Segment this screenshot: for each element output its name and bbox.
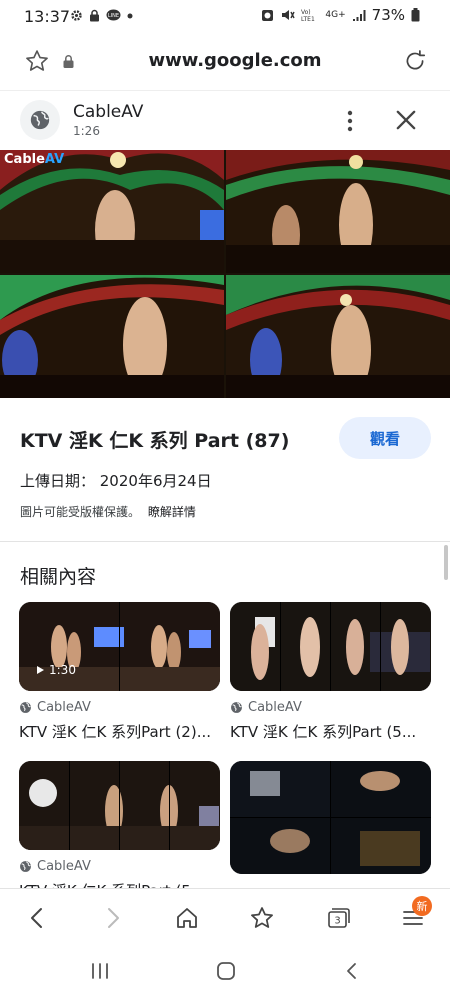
result-title-row: KTV 淫K 仁K 系列 Part (87) 觀看 — [0, 398, 450, 478]
site-name[interactable]: CableAV — [73, 102, 143, 122]
result-panel-header: CableAV 1:26 — [0, 90, 450, 150]
recent-apps-icon[interactable] — [90, 962, 110, 984]
preview-tile — [226, 275, 450, 398]
image-watermark: CableAV — [4, 152, 65, 167]
home-icon[interactable] — [172, 903, 202, 933]
battery-icon — [411, 8, 420, 22]
volte-icon: Vo)LTE1 — [301, 9, 315, 22]
status-bar: 13:37 LINE Vo) LTE1 4G+ 73% — [0, 0, 450, 34]
copyright-text: 圖片可能受版權保護。 — [20, 505, 141, 519]
globe-icon — [231, 702, 242, 713]
related-card[interactable]: CableAV KTV 淫K 仁K 系列Part (5... — [19, 761, 220, 901]
related-thumbnail[interactable]: 1:30 — [19, 602, 220, 691]
related-source: CableAV — [19, 700, 220, 715]
svg-text:LTE1: LTE1 — [301, 16, 315, 22]
upload-date: 上傳日期： 2020年6月24日 — [20, 472, 212, 490]
new-badge: 新 — [412, 896, 432, 916]
signal-icon — [352, 9, 366, 21]
related-title[interactable]: KTV 淫K 仁K 系列Part (2)... — [19, 721, 219, 742]
system-nav-bar — [0, 946, 450, 1000]
preview-tile — [226, 150, 450, 273]
video-preview-image[interactable]: CableAV — [0, 150, 450, 398]
globe-icon[interactable] — [20, 100, 60, 140]
section-divider — [0, 541, 450, 542]
globe-icon — [20, 861, 31, 872]
mute-icon — [282, 10, 296, 20]
duration-badge: 1:30 — [35, 663, 76, 677]
browser-url-bar: www.google.com — [0, 34, 450, 91]
related-card[interactable]: 1:30 CableAV KTV 淫K 仁K 系列Part (2)... — [19, 602, 220, 742]
svg-text:LINE: LINE — [108, 13, 119, 19]
copyright-notice: 圖片可能受版權保護。 瞭解詳情 — [20, 503, 196, 520]
related-thumbnail[interactable] — [19, 761, 220, 850]
globe-icon — [20, 702, 31, 713]
video-duration: 1:26 — [73, 124, 100, 138]
svg-text:Vo): Vo) — [301, 9, 311, 16]
learn-more-link[interactable]: 瞭解詳情 — [148, 505, 196, 519]
dot-icon — [127, 13, 133, 18]
preview-tile: CableAV — [0, 150, 224, 273]
svg-text:3: 3 — [334, 916, 340, 927]
battery-percent: 73% — [371, 6, 405, 24]
forward-icon[interactable] — [98, 903, 128, 933]
line-app-icon: LINE — [106, 9, 121, 21]
related-title[interactable]: KTV 淫K 仁K 系列Part (5... — [230, 721, 430, 742]
close-icon[interactable] — [392, 106, 420, 138]
back-icon[interactable] — [22, 903, 52, 933]
home-button-icon[interactable] — [216, 961, 236, 985]
related-heading: 相關內容 — [20, 566, 97, 588]
related-source: CableAV — [230, 700, 431, 715]
lock-icon — [90, 9, 99, 22]
bookmarks-icon[interactable] — [247, 903, 277, 933]
status-system-icons: Vo) LTE1 4G+ 73% — [261, 6, 420, 24]
status-time: 13:37 — [24, 7, 71, 26]
reload-icon[interactable] — [402, 48, 428, 78]
status-notification-icons: LINE — [70, 9, 133, 22]
result-title: KTV 淫K 仁K 系列 Part (87) — [20, 430, 290, 452]
play-icon — [37, 666, 44, 674]
related-card[interactable] — [230, 761, 431, 874]
tabs-icon[interactable]: 3 — [323, 903, 353, 933]
related-card[interactable]: CableAV KTV 淫K 仁K 系列Part (5... — [230, 602, 431, 742]
watch-button[interactable]: 觀看 — [339, 417, 431, 459]
related-thumbnail[interactable] — [230, 602, 431, 691]
preview-tile — [0, 275, 224, 398]
related-thumbnail[interactable] — [230, 761, 431, 874]
url-text[interactable]: www.google.com — [0, 50, 450, 71]
scrollbar-thumb[interactable] — [444, 545, 448, 580]
gear-icon — [71, 10, 82, 21]
browser-bottom-nav: 3 新 — [0, 888, 450, 947]
back-button-icon[interactable] — [344, 962, 360, 984]
more-options-icon[interactable] — [340, 108, 360, 134]
related-source: CableAV — [19, 859, 220, 874]
network-type: 4G+ — [325, 10, 346, 20]
alarm-icon — [262, 10, 274, 21]
